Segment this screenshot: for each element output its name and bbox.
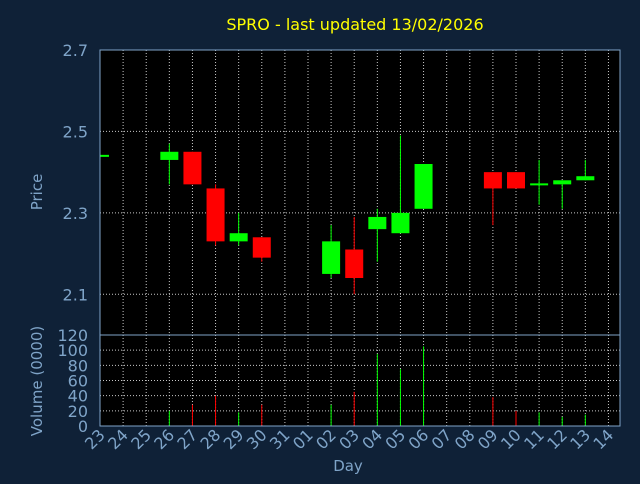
candle-body	[391, 212, 410, 234]
candle-body	[368, 216, 387, 230]
price-axis-label: Price	[28, 174, 46, 211]
chart-figure: 2.1 2.3 2.5 2.7 0 20 40 60 80 100 120 23 24 25 26 27 28 2…	[0, 0, 640, 480]
candle-body	[160, 151, 179, 160]
price-plot-area	[100, 50, 620, 335]
price-tick-label: 2.5	[63, 122, 88, 141]
chart-svg: 2.12.32.52.70204060801001202324252627282…	[28, 15, 621, 475]
price-tick-label: 2.1	[63, 285, 88, 304]
candle-body	[100, 154, 109, 157]
candle-body	[229, 233, 248, 242]
volume-axis-label: Volume (0000)	[28, 326, 46, 436]
volume-tick-label: 120	[57, 326, 88, 345]
chart-title: SPRO - last updated 13/02/2026	[226, 15, 483, 34]
price-tick-label: 2.7	[63, 41, 88, 60]
candle-body	[507, 172, 525, 189]
price-tick-label: 2.3	[63, 204, 88, 223]
day-tick-label: 14	[589, 425, 617, 453]
candle-body	[183, 151, 202, 185]
candle-body	[322, 241, 341, 274]
candle-body	[345, 249, 364, 278]
candle-body	[576, 176, 595, 181]
day-axis-label: Day	[333, 457, 363, 475]
candle-body	[553, 180, 572, 185]
candle-body	[483, 172, 502, 189]
candle-body	[414, 164, 433, 209]
candle-body	[530, 183, 549, 186]
candle-body	[206, 188, 225, 242]
candle-body	[252, 237, 271, 258]
